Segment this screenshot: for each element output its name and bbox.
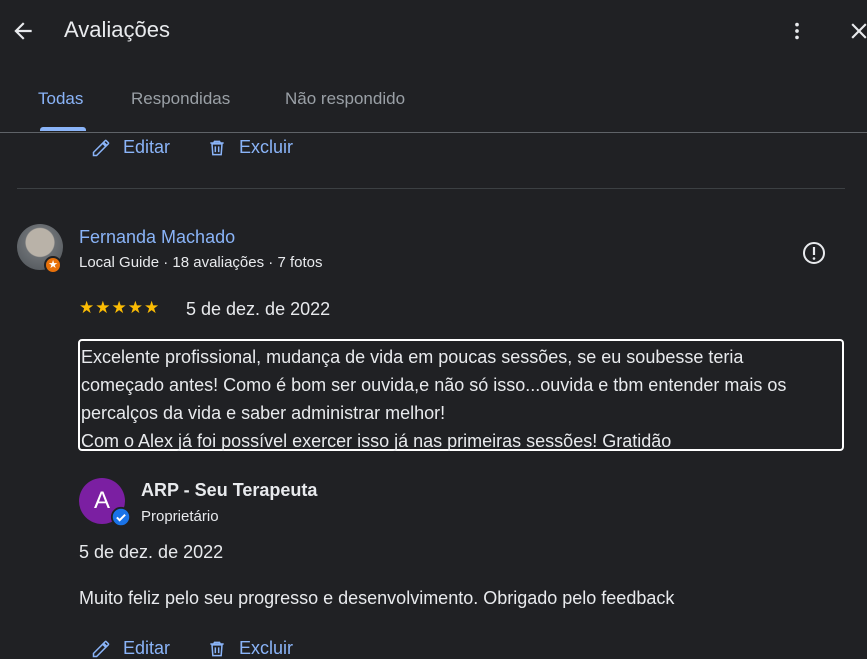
star-rating: ★★★★★ — [79, 298, 161, 317]
active-tab-indicator — [40, 127, 86, 131]
page-title: Avaliações — [64, 17, 170, 42]
edit-label: Editar — [123, 137, 171, 157]
reviewer-name[interactable]: Fernanda Machado — [79, 227, 235, 248]
more-vert-icon[interactable] — [786, 18, 808, 44]
owner-name: ARP - Seu Terapeuta — [141, 480, 318, 500]
trash-icon — [210, 140, 224, 155]
pencil-icon — [92, 139, 110, 156]
verified-badge-icon — [110, 506, 132, 528]
edit-button[interactable]: Editar — [91, 137, 170, 158]
tab-todas[interactable]: Todas — [38, 89, 83, 109]
reply-text: Muito feliz pelo seu progresso e desenvo… — [79, 588, 675, 608]
delete-label: Excluir — [239, 137, 294, 157]
tab-nao-respondido[interactable]: Não respondido — [285, 89, 405, 109]
tab-respondidas[interactable]: Respondidas — [131, 89, 230, 109]
back-arrow-icon[interactable] — [10, 18, 36, 44]
report-icon[interactable] — [802, 241, 826, 265]
local-guide-star-icon: ★ — [44, 256, 62, 274]
owner-role: Proprietário — [141, 508, 219, 525]
divider — [17, 188, 845, 189]
reply-date: 5 de dez. de 2022 — [79, 542, 224, 562]
review-date: 5 de dez. de 2022 — [186, 299, 331, 319]
close-icon[interactable] — [846, 18, 867, 44]
review-text: Excelente profissional, mudança de vida … — [78, 339, 844, 451]
reviewer-meta: Local Guide · 18 avaliações · 7 fotos — [79, 254, 323, 271]
delete-button[interactable]: Excluir — [207, 137, 293, 158]
app-header: Avaliações Todas Respondidas Não respond… — [0, 0, 867, 133]
